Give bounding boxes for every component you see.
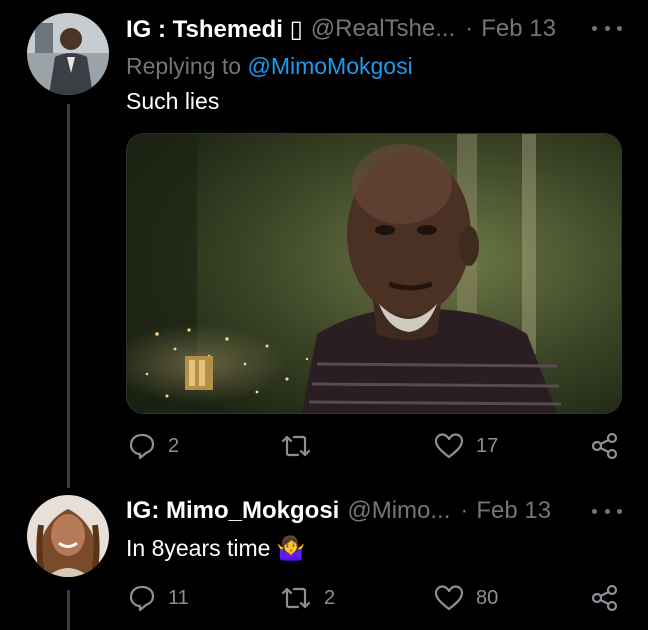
- share-icon: [591, 584, 618, 612]
- share-icon: [591, 432, 618, 460]
- reply-button[interactable]: 2: [128, 428, 179, 464]
- user-handle[interactable]: @RealTshe...: [311, 15, 455, 43]
- shrug-emoji-icon: 🤷‍♀️: [276, 535, 306, 561]
- display-name[interactable]: IG: Mimo_Mokgosi: [126, 497, 339, 525]
- tweet-text-content: In 8years time: [126, 535, 271, 561]
- tweet-header: IG: Mimo_Mokgosi @Mimo... · Feb 13: [126, 494, 551, 528]
- more-options-icon[interactable]: [592, 501, 622, 521]
- heart-icon: [434, 433, 464, 459]
- retweet-icon: [281, 587, 311, 609]
- like-button[interactable]: 17: [434, 428, 498, 464]
- tweet-actions: 2 17: [126, 428, 626, 464]
- tweet-text: In 8years time 🤷‍♀️: [126, 535, 305, 562]
- more-options-icon[interactable]: [592, 18, 622, 38]
- retweet-button[interactable]: [280, 428, 324, 464]
- heart-icon: [434, 585, 464, 611]
- comment-icon: [129, 433, 155, 460]
- tweet-actions: 11 2 80: [126, 580, 626, 616]
- display-name[interactable]: IG : Tshemedi ▯: [126, 15, 303, 44]
- retweet-icon: [281, 435, 311, 457]
- mention-link[interactable]: @MimoMokgosi: [247, 53, 412, 79]
- tweet-date[interactable]: Feb 13: [476, 497, 551, 525]
- share-button[interactable]: [590, 580, 620, 616]
- like-count: 80: [476, 586, 499, 609]
- like-button[interactable]: 80: [434, 580, 498, 616]
- retweet-count: 2: [324, 586, 336, 609]
- reply-count: 2: [168, 434, 180, 457]
- tweet-date[interactable]: Feb 13: [481, 15, 556, 43]
- avatar[interactable]: [27, 13, 109, 95]
- tweet-header: IG : Tshemedi ▯ @RealTshe... · Feb 13: [126, 12, 556, 46]
- thread-line-top: [67, 104, 70, 488]
- replying-to: Replying to @MimoMokgosi: [126, 53, 413, 80]
- like-count: 17: [476, 434, 499, 457]
- reply-count: 11: [168, 586, 189, 609]
- share-button[interactable]: [590, 428, 620, 464]
- tweet-media-image[interactable]: [126, 133, 622, 414]
- retweet-button[interactable]: 2: [280, 580, 335, 616]
- separator-dot: ·: [460, 497, 469, 524]
- comment-icon: [129, 585, 155, 612]
- network-logo-icon: [185, 356, 213, 390]
- separator-dot: ·: [465, 15, 474, 42]
- avatar[interactable]: [27, 495, 109, 577]
- thread-line-bottom: [67, 590, 70, 630]
- reply-button[interactable]: 11: [128, 580, 189, 616]
- tweet-text: Such lies: [126, 88, 220, 114]
- replying-prefix: Replying to: [126, 53, 248, 79]
- user-handle[interactable]: @Mimo...: [347, 497, 450, 525]
